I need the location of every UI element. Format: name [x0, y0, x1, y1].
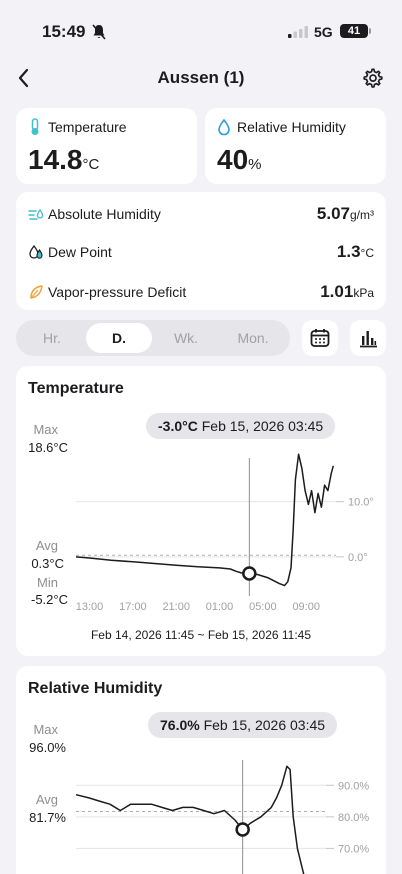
metric-value: 1.3°C — [337, 242, 374, 262]
selected-point — [242, 566, 257, 581]
humidity-chart-card: Relative Humidity 76.0% Feb 15, 2026 03:… — [16, 666, 386, 874]
tab-week[interactable]: Wk. — [153, 323, 219, 353]
network-label: 5G — [314, 24, 333, 40]
battery-icon: 41 — [340, 24, 368, 38]
humidity-value: 40% — [217, 144, 262, 176]
humidity-unit: % — [248, 156, 262, 173]
x-tick-label: 01:00 — [206, 601, 234, 613]
page-title: Aussen (1) — [157, 68, 245, 87]
status-bar: 15:49 5G 41 — [0, 0, 402, 54]
x-tick-label: 05:00 — [249, 601, 277, 613]
x-tick-label: 21:00 — [162, 601, 190, 613]
tab-hour[interactable]: Hr. — [19, 323, 85, 353]
bar-chart-icon — [360, 331, 377, 348]
metric-number: 5.07 — [316, 204, 350, 223]
x-tick-label: 09:00 — [292, 601, 320, 613]
drops-icon — [29, 244, 43, 259]
metric-number: 1.01 — [320, 282, 354, 301]
status-time: 15:49 — [42, 22, 86, 41]
humidity-card[interactable]: Relative Humidity 40% — [205, 108, 386, 184]
temperature-value: 14.8°C — [28, 144, 99, 176]
y-tick-label: 0.0° — [348, 552, 368, 564]
leaf-icon — [30, 285, 43, 299]
temperature-card[interactable]: Temperature 14.8°C — [16, 108, 197, 184]
metric-unit: kPa — [353, 286, 374, 300]
temperature-unit: °C — [82, 156, 100, 173]
metric-unit: °C — [360, 246, 374, 260]
temperature-chart-card: Temperature -3.0°C Feb 15, 2026 03:45 Ma… — [16, 366, 386, 656]
metric-value: 1.01kPa — [320, 282, 374, 302]
metric-unit: g/m³ — [350, 208, 374, 222]
tab-day[interactable]: D. — [86, 323, 152, 353]
y-tick-label: 80.0% — [338, 812, 369, 824]
y-tick-label: 90.0% — [338, 780, 369, 792]
x-tick-label: 17:00 — [119, 601, 147, 613]
x-tick-label: 13:00 — [76, 601, 104, 613]
thermometer-icon — [31, 118, 39, 135]
temperature-chart[interactable]: 10.0° 0.0° 13:00 17:00 21:00 01:00 05:00 09:00 — [16, 366, 386, 656]
humidity-number: 40 — [217, 144, 249, 175]
metric-row-absolute-humidity[interactable]: Absolute Humidity 5.07g/m³ — [16, 196, 386, 232]
signal-icon — [288, 26, 308, 38]
metric-label: Absolute Humidity — [48, 206, 161, 222]
temperature-number: 14.8 — [28, 144, 83, 175]
metric-row-vpd[interactable]: Vapor-pressure Deficit 1.01kPa — [16, 274, 386, 310]
date-range-label: Feb 14, 2026 11:45 ~ Feb 15, 2026 11:45 — [90, 628, 312, 642]
metric-label: Dew Point — [48, 244, 112, 260]
battery-cap — [369, 28, 371, 34]
period-segmented-control: Hr. D. Wk. Mon. — [16, 320, 290, 356]
gear-icon[interactable] — [362, 67, 384, 89]
water-drop-icon — [218, 118, 230, 136]
nav-bar: Aussen (1) — [0, 58, 402, 98]
humidity-label: Relative Humidity — [237, 119, 346, 135]
y-tick-label: 70.0% — [338, 843, 369, 855]
humidity-chart[interactable]: 90.0% 80.0% 70.0% — [16, 666, 386, 874]
bar-chart-button[interactable] — [350, 320, 386, 356]
series-line — [75, 765, 305, 874]
calendar-button[interactable] — [302, 320, 338, 356]
temperature-label: Temperature — [48, 119, 127, 135]
bell-muted-icon — [92, 24, 106, 40]
calendar-icon — [310, 329, 330, 347]
wind-drop-icon — [28, 208, 44, 220]
metric-row-dew-point[interactable]: Dew Point 1.3°C — [16, 234, 386, 270]
metric-number: 1.3 — [336, 242, 361, 261]
metric-label: Vapor-pressure Deficit — [48, 284, 187, 300]
metric-value: 5.07g/m³ — [317, 204, 374, 224]
metrics-card: Absolute Humidity 5.07g/m³ Dew Point 1.3… — [16, 192, 386, 310]
series-line — [75, 453, 335, 587]
selected-point — [235, 822, 250, 837]
tab-month[interactable]: Mon. — [220, 323, 286, 353]
y-tick-label: 10.0° — [348, 497, 374, 509]
